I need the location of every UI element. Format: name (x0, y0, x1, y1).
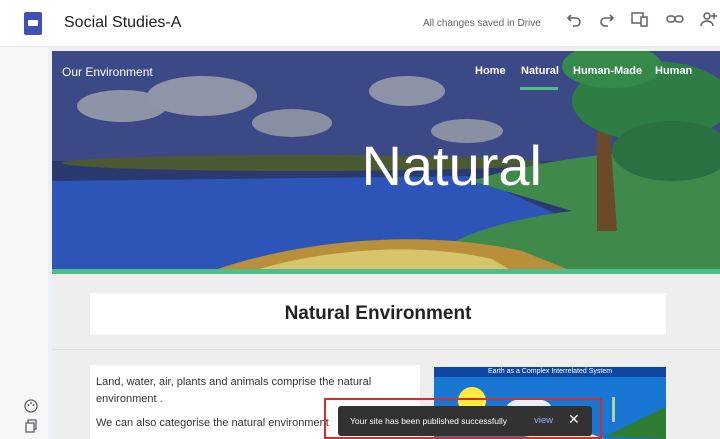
toast-message: Your site has been published successfull… (350, 416, 508, 426)
undo-icon[interactable] (563, 11, 585, 33)
google-sites-logo-icon[interactable] (24, 12, 42, 35)
publish-success-toast: Your site has been published successfull… (338, 406, 592, 436)
preview-device-icon[interactable] (629, 11, 651, 33)
section-heading-box[interactable]: Natural Environment (90, 293, 666, 335)
site-name-link[interactable]: Our Environment (62, 65, 153, 79)
theme-palette-icon[interactable] (22, 399, 40, 417)
share-add-person-icon[interactable] (698, 11, 720, 33)
top-app-bar: Social Studies-A All changes saved in Dr… (0, 0, 720, 47)
left-rail (0, 47, 48, 439)
duplicate-section-icon[interactable] (22, 419, 40, 437)
section-title: Natural Environment (284, 303, 472, 324)
hero-banner[interactable]: Our Environment Home Natural Human-Made … (52, 51, 720, 271)
nav-human[interactable]: Human (655, 65, 692, 77)
nav-active-indicator (520, 87, 558, 90)
diagram-title: Earth as a Complex Interrelated System (487, 368, 613, 375)
nav-home[interactable]: Home (475, 65, 506, 77)
nav-human-made[interactable]: Human-Made (573, 65, 642, 77)
site-canvas: Our Environment Home Natural Human-Made … (52, 47, 720, 439)
hero-accent-bar (52, 269, 720, 274)
hero-title[interactable]: Natural (52, 133, 542, 198)
section-divider (52, 349, 720, 350)
close-icon[interactable]: ✕ (568, 411, 580, 428)
nav-natural[interactable]: Natural (521, 65, 559, 77)
site-title-field[interactable]: Social Studies-A (64, 14, 181, 32)
redo-icon[interactable] (596, 11, 618, 33)
save-status: All changes saved in Drive (423, 18, 541, 29)
toast-view-button[interactable]: view (534, 415, 553, 426)
link-icon[interactable] (664, 11, 686, 33)
